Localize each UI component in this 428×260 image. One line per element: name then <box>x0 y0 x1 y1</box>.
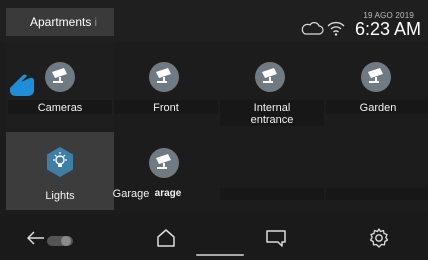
apartments-tab-label: Apartments <box>30 15 92 29</box>
header-bar: Apartments i 19 AGO 2019 6:23 AM <box>0 0 428 42</box>
camera-icon <box>255 62 285 92</box>
camera-icon <box>361 62 391 92</box>
tile-label-line2: entrance <box>250 114 294 126</box>
wifi-icon <box>327 21 345 36</box>
settings-gear-icon[interactable] <box>367 226 391 250</box>
camera-icon <box>45 62 75 92</box>
tile-label: Garden <box>359 102 397 114</box>
tile-garden[interactable]: Garden <box>326 62 428 122</box>
tile-label: Cameras <box>37 102 83 114</box>
home-icon[interactable] <box>154 226 178 250</box>
camera-icon <box>149 62 179 92</box>
clock-time: 6:23 AM <box>354 19 421 39</box>
tile-label-ghost: arage <box>154 188 182 199</box>
tile-label-line1: Internal <box>253 102 291 114</box>
empty-slot <box>220 188 324 200</box>
back-arrow-icon[interactable] <box>24 226 48 250</box>
tile-label: Lights <box>45 190 75 202</box>
pointer-hand-icon <box>10 74 34 96</box>
home-screen: Apartmentsi 19 AGO 2019 6:23 AM Cameras <box>0 0 428 260</box>
toggle-icon[interactable] <box>46 234 74 248</box>
apartments-tab[interactable]: Apartments i <box>6 8 114 36</box>
text-cursor: i <box>94 15 98 29</box>
home-indicator[interactable] <box>196 254 244 256</box>
status-icons <box>301 20 357 40</box>
tile-label: Front <box>153 102 179 114</box>
camera-icon <box>149 148 179 178</box>
tile-front[interactable]: Front <box>114 62 218 122</box>
tile-lights[interactable]: Lights <box>8 146 112 206</box>
empty-slot <box>326 188 428 200</box>
chat-icon[interactable] <box>264 226 288 250</box>
tile-garage[interactable]: Garage arage <box>113 146 218 206</box>
tile-internal-entrance[interactable]: Internal entrance <box>220 62 324 128</box>
light-bulb-icon <box>47 147 73 177</box>
